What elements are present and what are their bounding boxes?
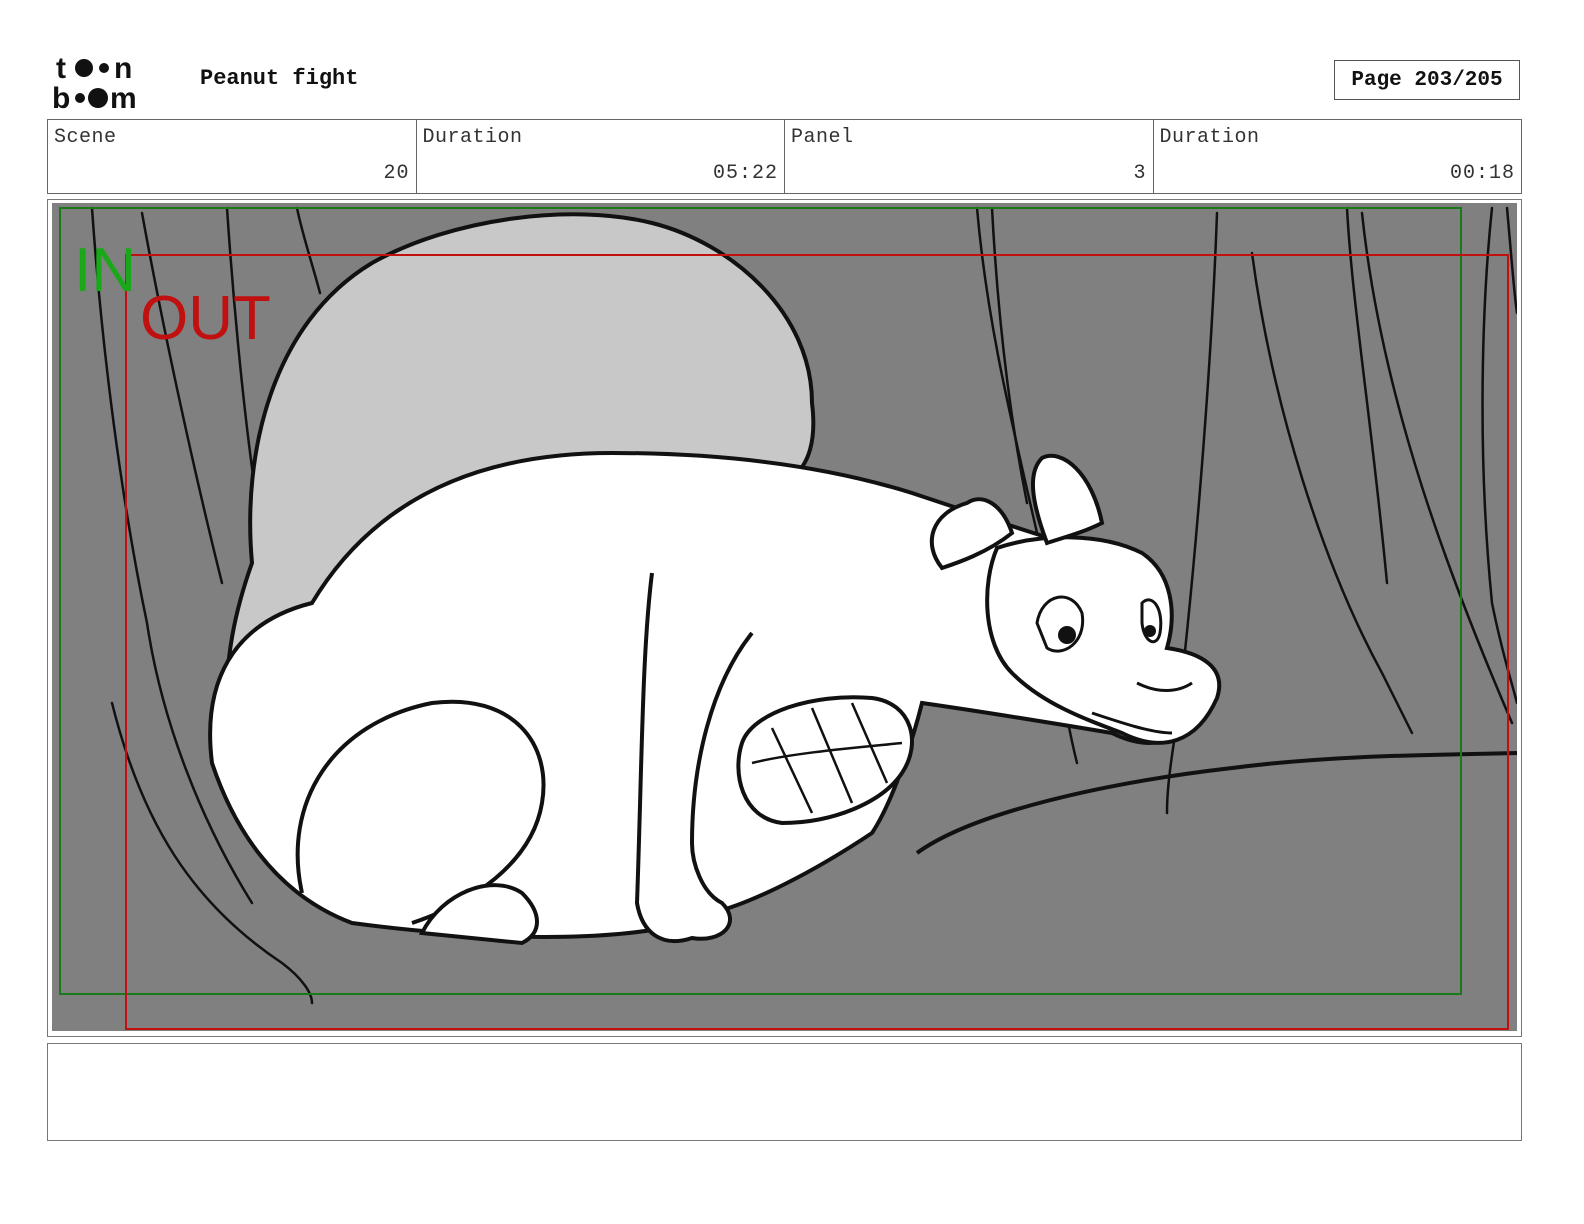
svg-text:t: t xyxy=(56,52,66,85)
scene-duration-label: Duration xyxy=(422,126,523,149)
squirrel-pupil-left xyxy=(1058,626,1076,644)
panel-duration-label: Duration xyxy=(1159,126,1260,149)
scene-value: 20 xyxy=(383,162,410,185)
svg-text:n: n xyxy=(114,52,132,85)
out-marker: OUT xyxy=(140,284,271,353)
panel-duration-cell: Duration 00:18 xyxy=(1154,120,1522,193)
project-title: Peanut fight xyxy=(200,66,359,91)
panel-notes-box xyxy=(47,1043,1522,1141)
in-marker: IN xyxy=(74,236,136,305)
scene-info-row: Scene 20 Duration 05:22 Panel 3 Duration… xyxy=(47,119,1522,194)
panel-label: Panel xyxy=(791,126,854,149)
squirrel-pupil-right xyxy=(1144,625,1156,637)
scene-duration-cell: Duration 05:22 xyxy=(417,120,785,193)
squirrel-eye-left xyxy=(1035,595,1085,653)
svg-text:b: b xyxy=(52,82,70,112)
scene-cell: Scene 20 xyxy=(48,120,417,193)
scene-label: Scene xyxy=(54,126,117,149)
scene-duration-value: 05:22 xyxy=(712,162,778,185)
page-number: Page 203/205 xyxy=(1334,60,1520,100)
svg-text:m: m xyxy=(110,82,137,112)
panel-duration-value: 00:18 xyxy=(1449,162,1515,185)
panel-value: 3 xyxy=(1133,162,1147,185)
toon-boom-logo: t n b m xyxy=(52,52,137,112)
panel-cell: Panel 3 xyxy=(785,120,1154,193)
storyboard-panel-drawing: IN OUT xyxy=(52,203,1517,1031)
